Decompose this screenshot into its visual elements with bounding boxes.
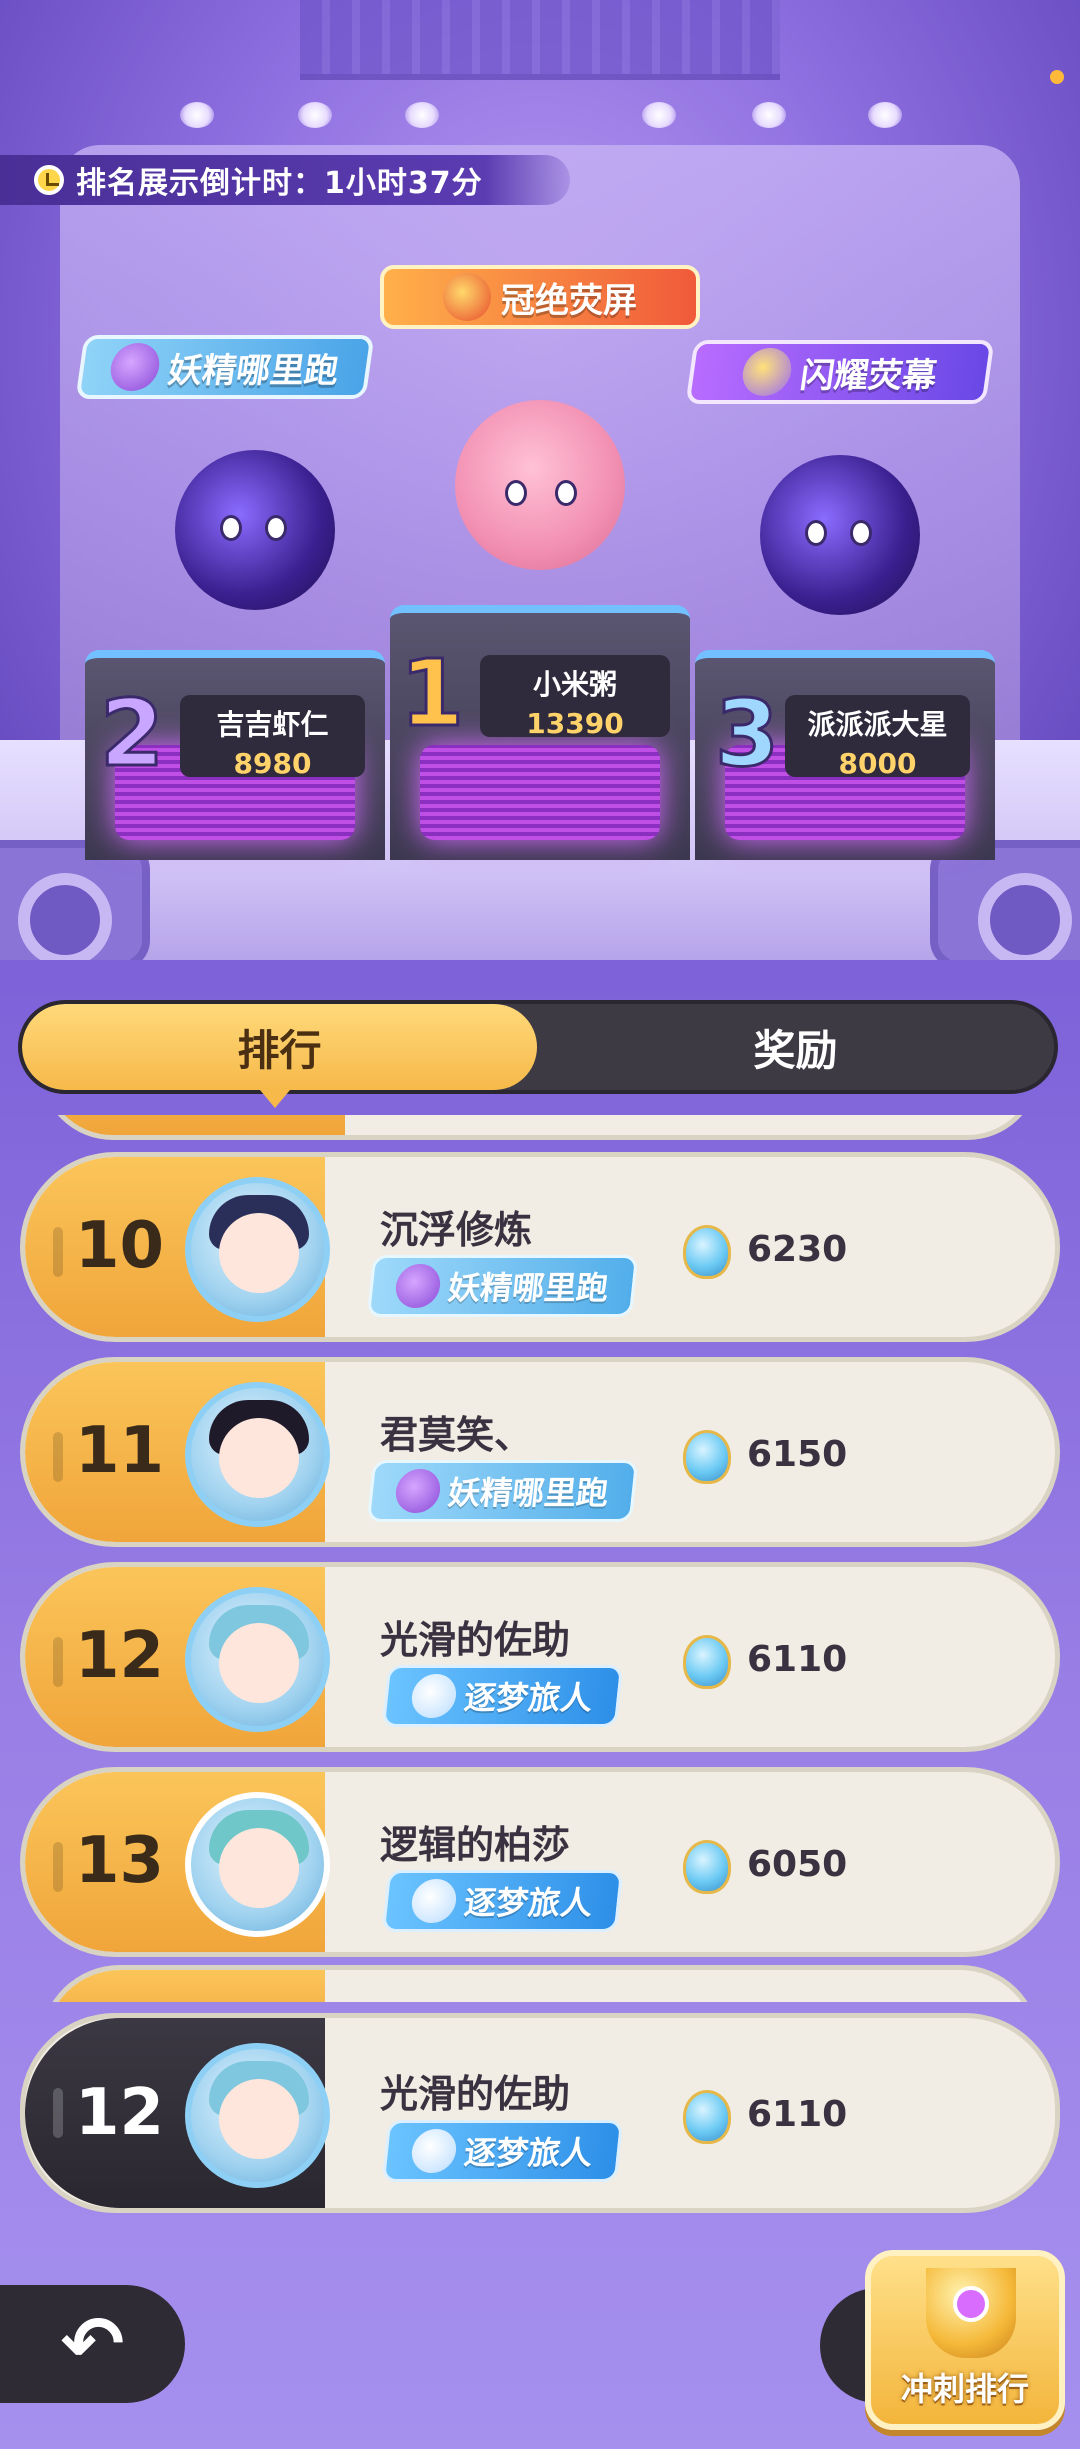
- notification-dot: [1050, 70, 1064, 84]
- player-name: 派派派大星: [807, 708, 948, 741]
- player-name: 吉吉虾仁: [216, 708, 329, 741]
- player-score: 6110: [747, 1639, 848, 1680]
- sheep-icon: [410, 1879, 459, 1923]
- title-badge-second: 妖精哪里跑: [75, 335, 375, 399]
- spotlight: [752, 102, 786, 128]
- rank-number-second: 2: [98, 679, 165, 789]
- rank-number: 12: [75, 1619, 165, 1693]
- character-third[interactable]: [760, 455, 920, 615]
- tab-indicator: [260, 1090, 290, 1108]
- avatar[interactable]: [185, 1177, 330, 1322]
- badge-label: 闪耀荧幕: [797, 355, 940, 396]
- title-tag: 妖精哪里跑: [366, 1255, 639, 1317]
- badge-label: 妖精哪里跑: [165, 350, 342, 391]
- character-first[interactable]: [455, 400, 625, 570]
- gem-icon: [683, 1430, 731, 1484]
- back-button[interactable]: ↶: [0, 2285, 185, 2403]
- list-item[interactable]: 10 沉浮修炼 妖精哪里跑 6230: [20, 1152, 1060, 1342]
- stage-truss: [300, 0, 780, 80]
- list-item[interactable]: 11 君莫笑、 妖精哪里跑 6150: [20, 1357, 1060, 1547]
- sheep-icon: [410, 2129, 459, 2173]
- title-tag: 逐梦旅人: [381, 2120, 624, 2182]
- rank-number: 12: [75, 2076, 165, 2150]
- list-item-partial: [40, 1965, 1040, 2002]
- podium-plate-second: 吉吉虾仁 8980: [180, 695, 365, 780]
- bird-icon: [739, 348, 795, 396]
- player-score: 13390: [526, 707, 624, 740]
- ranking-list[interactable]: 10 沉浮修炼 妖精哪里跑 6230 11 君莫笑、 妖精哪里跑 6150 12…: [0, 1115, 1080, 2002]
- list-item[interactable]: 12 光滑的佐助 逐梦旅人 6110: [20, 1562, 1060, 1752]
- list-item-partial: [40, 1115, 1040, 1140]
- tag-label: 逐梦旅人: [462, 2134, 595, 2172]
- title-tag: 妖精哪里跑: [366, 1460, 639, 1522]
- countdown-bar: 排名展示倒计时：1小时37分: [0, 155, 570, 205]
- tag-label: 逐梦旅人: [462, 1884, 595, 1922]
- spotlight: [868, 102, 902, 128]
- character-second[interactable]: [175, 450, 335, 610]
- stage-area: 排名展示倒计时：1小时37分 妖精哪里跑 冠绝荧屏 闪耀荧幕 2 吉吉虾仁 89…: [0, 0, 1080, 960]
- rank-number: 11: [75, 1414, 165, 1488]
- avatar[interactable]: [185, 1382, 330, 1527]
- back-arrow-icon: ↶: [60, 2299, 125, 2388]
- title-badge-first: 冠绝荧屏: [380, 265, 700, 329]
- tab-rewards[interactable]: 奖励: [537, 1004, 1054, 1090]
- list-item[interactable]: 13 逻辑的柏莎 逐梦旅人 6050: [20, 1767, 1060, 1957]
- flame-icon: [443, 273, 491, 321]
- spotlight: [405, 102, 439, 128]
- clock-icon: [34, 165, 64, 195]
- player-name: 光滑的佐助: [380, 2072, 571, 2116]
- podium-plate-third: 派派派大星 8000: [785, 695, 970, 780]
- plant-icon: [394, 1469, 443, 1513]
- gem-icon: [683, 1225, 731, 1279]
- spotlight: [180, 102, 214, 128]
- rank-number: 10: [75, 1209, 165, 1283]
- player-score: 6110: [747, 2094, 848, 2135]
- avatar[interactable]: [185, 1792, 330, 1937]
- player-score: 6050: [747, 1844, 848, 1885]
- player-name: 光滑的佐助: [380, 1618, 571, 1662]
- sheep-icon: [410, 1674, 459, 1718]
- player-name: 沉浮修炼: [380, 1208, 533, 1252]
- avatar[interactable]: [185, 1587, 330, 1732]
- title-tag: 逐梦旅人: [381, 1665, 624, 1727]
- spotlight: [642, 102, 676, 128]
- star-icon: [953, 2286, 989, 2322]
- title-badge-third: 闪耀荧幕: [685, 340, 995, 404]
- rank-number-third: 3: [713, 679, 780, 789]
- avatar[interactable]: [185, 2043, 330, 2188]
- player-score: 8000: [838, 747, 917, 780]
- tag-label: 妖精哪里跑: [446, 1474, 611, 1512]
- player-name: 逻辑的柏莎: [380, 1823, 571, 1867]
- badge-label: 冠绝荧屏: [501, 280, 637, 321]
- tab-bar: 排行 奖励: [18, 1000, 1058, 1094]
- player-name: 君莫笑、: [380, 1413, 533, 1457]
- sprint-ranking-button[interactable]: 冲刺排行: [865, 2250, 1065, 2430]
- player-score: 6150: [747, 1434, 848, 1475]
- sprint-label: 冲刺排行: [900, 2370, 1029, 2408]
- rank-number-first: 1: [398, 639, 465, 749]
- podium-plate-first: 小米粥 13390: [480, 655, 670, 740]
- my-rank-row[interactable]: 12 光滑的佐助 逐梦旅人 6110: [20, 2013, 1060, 2213]
- gem-icon: [683, 1635, 731, 1689]
- tab-ranking[interactable]: 排行: [22, 1004, 537, 1090]
- gem-icon: [683, 2090, 731, 2144]
- countdown-text: 排名展示倒计时：1小时37分: [76, 166, 483, 201]
- tag-label: 逐梦旅人: [462, 1679, 595, 1717]
- plant-icon: [394, 1264, 443, 1308]
- title-tag: 逐梦旅人: [381, 1870, 624, 1932]
- spotlight: [298, 102, 332, 128]
- plant-icon: [107, 343, 163, 391]
- rank-number: 13: [75, 1824, 165, 1898]
- player-score: 8980: [233, 747, 312, 780]
- gem-icon: [683, 1840, 731, 1894]
- tag-label: 妖精哪里跑: [446, 1269, 611, 1307]
- player-name: 小米粥: [532, 668, 617, 701]
- player-score: 6230: [747, 1229, 848, 1270]
